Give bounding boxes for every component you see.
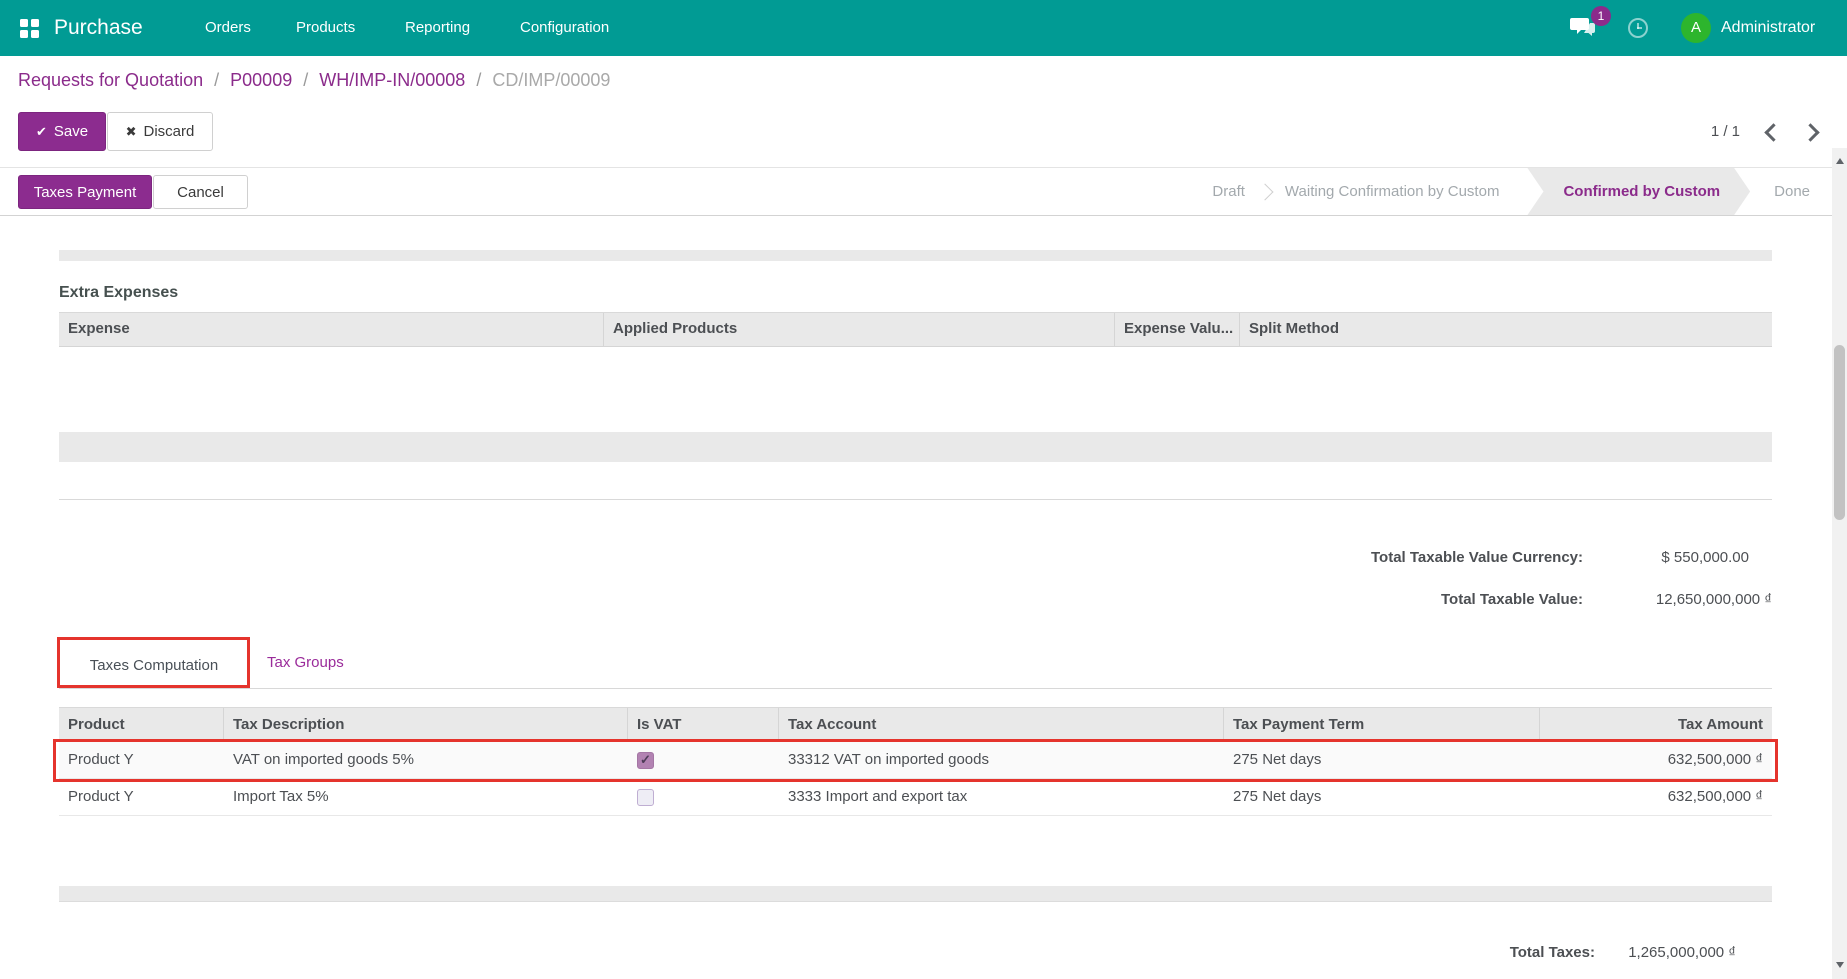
section-divider-strip <box>59 250 1772 261</box>
apps-grid-square <box>31 30 39 38</box>
cancel-button[interactable]: Cancel <box>153 175 248 209</box>
cell-tax-payment-term[interactable]: 275 Net days <box>1224 779 1540 815</box>
table-row[interactable]: Product Y VAT on imported goods 5% 33312… <box>59 742 1772 779</box>
save-button[interactable]: ✔ Save <box>18 112 106 151</box>
scrollbar-thumb[interactable] <box>1834 345 1845 520</box>
total-taxes-value: 1,265,000,000 ₫ <box>1628 944 1736 961</box>
extra-expenses-title: Extra Expenses <box>59 284 179 301</box>
status-steps: Draft Waiting Confirmation by Custom Con… <box>1194 168 1810 215</box>
breadcrumb-separator: / <box>214 70 220 90</box>
apps-grid-square <box>31 19 39 27</box>
pager-previous-icon[interactable] <box>1764 123 1783 142</box>
column-expense-value[interactable]: Expense Valu... <box>1115 313 1240 346</box>
extra-expenses-empty-band <box>59 432 1772 462</box>
cell-is-vat <box>628 742 779 778</box>
cell-tax-description[interactable]: Import Tax 5% <box>224 779 628 815</box>
tab-tax-groups[interactable]: Tax Groups <box>267 654 344 671</box>
discard-button-label: Discard <box>143 123 195 140</box>
column-product[interactable]: Product <box>59 708 224 742</box>
column-tax-amount[interactable]: Tax Amount <box>1540 708 1772 742</box>
apps-grid-square <box>20 30 28 38</box>
breadcrumb-current: CD/IMP/00009 <box>492 70 611 90</box>
total-taxable-value-label: Total Taxable Value: <box>1441 591 1583 608</box>
statusbar: Taxes Payment Cancel Draft Waiting Confi… <box>0 167 1847 216</box>
messages-badge: 1 <box>1591 6 1611 26</box>
column-tax-payment-term[interactable]: Tax Payment Term <box>1224 708 1540 742</box>
app-title[interactable]: Purchase <box>54 0 143 56</box>
total-taxable-value-currency-label: Total Taxable Value Currency: <box>1370 549 1583 566</box>
menu-configuration[interactable]: Configuration <box>520 0 609 56</box>
user-menu[interactable]: Administrator <box>1721 0 1815 56</box>
check-icon: ✔ <box>35 123 47 139</box>
column-expense[interactable]: Expense <box>59 313 604 346</box>
tab-taxes-computation[interactable]: Taxes Computation <box>68 643 240 688</box>
pager-next-icon[interactable] <box>1801 123 1820 142</box>
column-tax-description[interactable]: Tax Description <box>224 708 628 742</box>
scrollbar-up-icon[interactable] <box>1836 158 1844 164</box>
cell-tax-account[interactable]: 3333 Import and export tax <box>779 779 1224 815</box>
pager-count: 1 / 1 <box>1710 123 1740 140</box>
breadcrumb-separator: / <box>303 70 309 90</box>
step-draft[interactable]: Draft <box>1194 183 1263 200</box>
table-row[interactable]: Product Y Import Tax 5% 3333 Import and … <box>59 779 1772 816</box>
cell-tax-amount[interactable]: 632,500,000 ₫ <box>1540 742 1772 778</box>
step-confirmed-by-custom[interactable]: Confirmed by Custom <box>1527 168 1750 215</box>
app-window: Purchase Orders Products Reporting Confi… <box>0 0 1847 979</box>
step-waiting-confirmation[interactable]: Waiting Confirmation by Custom <box>1267 183 1518 200</box>
breadcrumb-link-rfq[interactable]: Requests for Quotation <box>18 70 203 90</box>
taxes-table-footer-strip <box>59 886 1772 902</box>
cell-is-vat <box>628 779 779 815</box>
is-vat-checkbox[interactable] <box>637 751 654 769</box>
apps-grid-icon[interactable] <box>20 19 39 38</box>
breadcrumb: Requests for Quotation / P00009 / WH/IMP… <box>18 70 610 91</box>
taxes-table-header-row: Product Tax Description Is VAT Tax Accou… <box>59 707 1772 743</box>
save-button-label: Save <box>53 123 89 140</box>
extra-expenses-table-bottom-border <box>59 499 1772 500</box>
discard-button[interactable]: ✖ Discard <box>107 112 213 151</box>
column-applied-products[interactable]: Applied Products <box>604 313 1115 346</box>
scrollbar-track[interactable] <box>1832 148 1847 979</box>
apps-grid-square <box>20 19 28 27</box>
breadcrumb-link-receipt[interactable]: WH/IMP-IN/00008 <box>319 70 465 90</box>
column-split-method[interactable]: Split Method <box>1240 313 1772 346</box>
cell-tax-description[interactable]: VAT on imported goods 5% <box>224 742 628 778</box>
step-done[interactable]: Done <box>1750 183 1810 200</box>
column-tax-account[interactable]: Tax Account <box>779 708 1224 742</box>
tabs-underline <box>59 688 1772 689</box>
cell-tax-amount[interactable]: 632,500,000 ₫ <box>1540 779 1772 815</box>
taxes-payment-button[interactable]: Taxes Payment <box>18 175 152 209</box>
activities-clock-icon[interactable] <box>1628 18 1648 38</box>
column-is-vat[interactable]: Is VAT <box>628 708 779 742</box>
total-taxable-value-currency-value: $ 550,000.00 <box>1661 549 1749 566</box>
avatar[interactable]: A <box>1681 13 1711 43</box>
menu-reporting[interactable]: Reporting <box>405 0 470 56</box>
is-vat-checkbox[interactable] <box>637 788 654 806</box>
total-taxable-value-value: 12,650,000,000 ₫ <box>1655 591 1772 608</box>
cell-tax-payment-term[interactable]: 275 Net days <box>1224 742 1540 778</box>
cell-tax-account[interactable]: 33312 VAT on imported goods <box>779 742 1224 778</box>
breadcrumb-link-po[interactable]: P00009 <box>230 70 292 90</box>
extra-expenses-header-row: Expense Applied Products Expense Valu...… <box>59 312 1772 347</box>
menu-orders[interactable]: Orders <box>205 0 251 56</box>
top-navbar: Purchase Orders Products Reporting Confi… <box>0 0 1847 56</box>
scrollbar-down-icon[interactable] <box>1836 962 1844 968</box>
cell-product[interactable]: Product Y <box>59 779 224 815</box>
breadcrumb-separator: / <box>476 70 482 90</box>
cell-product[interactable]: Product Y <box>59 742 224 778</box>
x-icon: ✖ <box>125 123 137 139</box>
menu-products[interactable]: Products <box>296 0 355 56</box>
